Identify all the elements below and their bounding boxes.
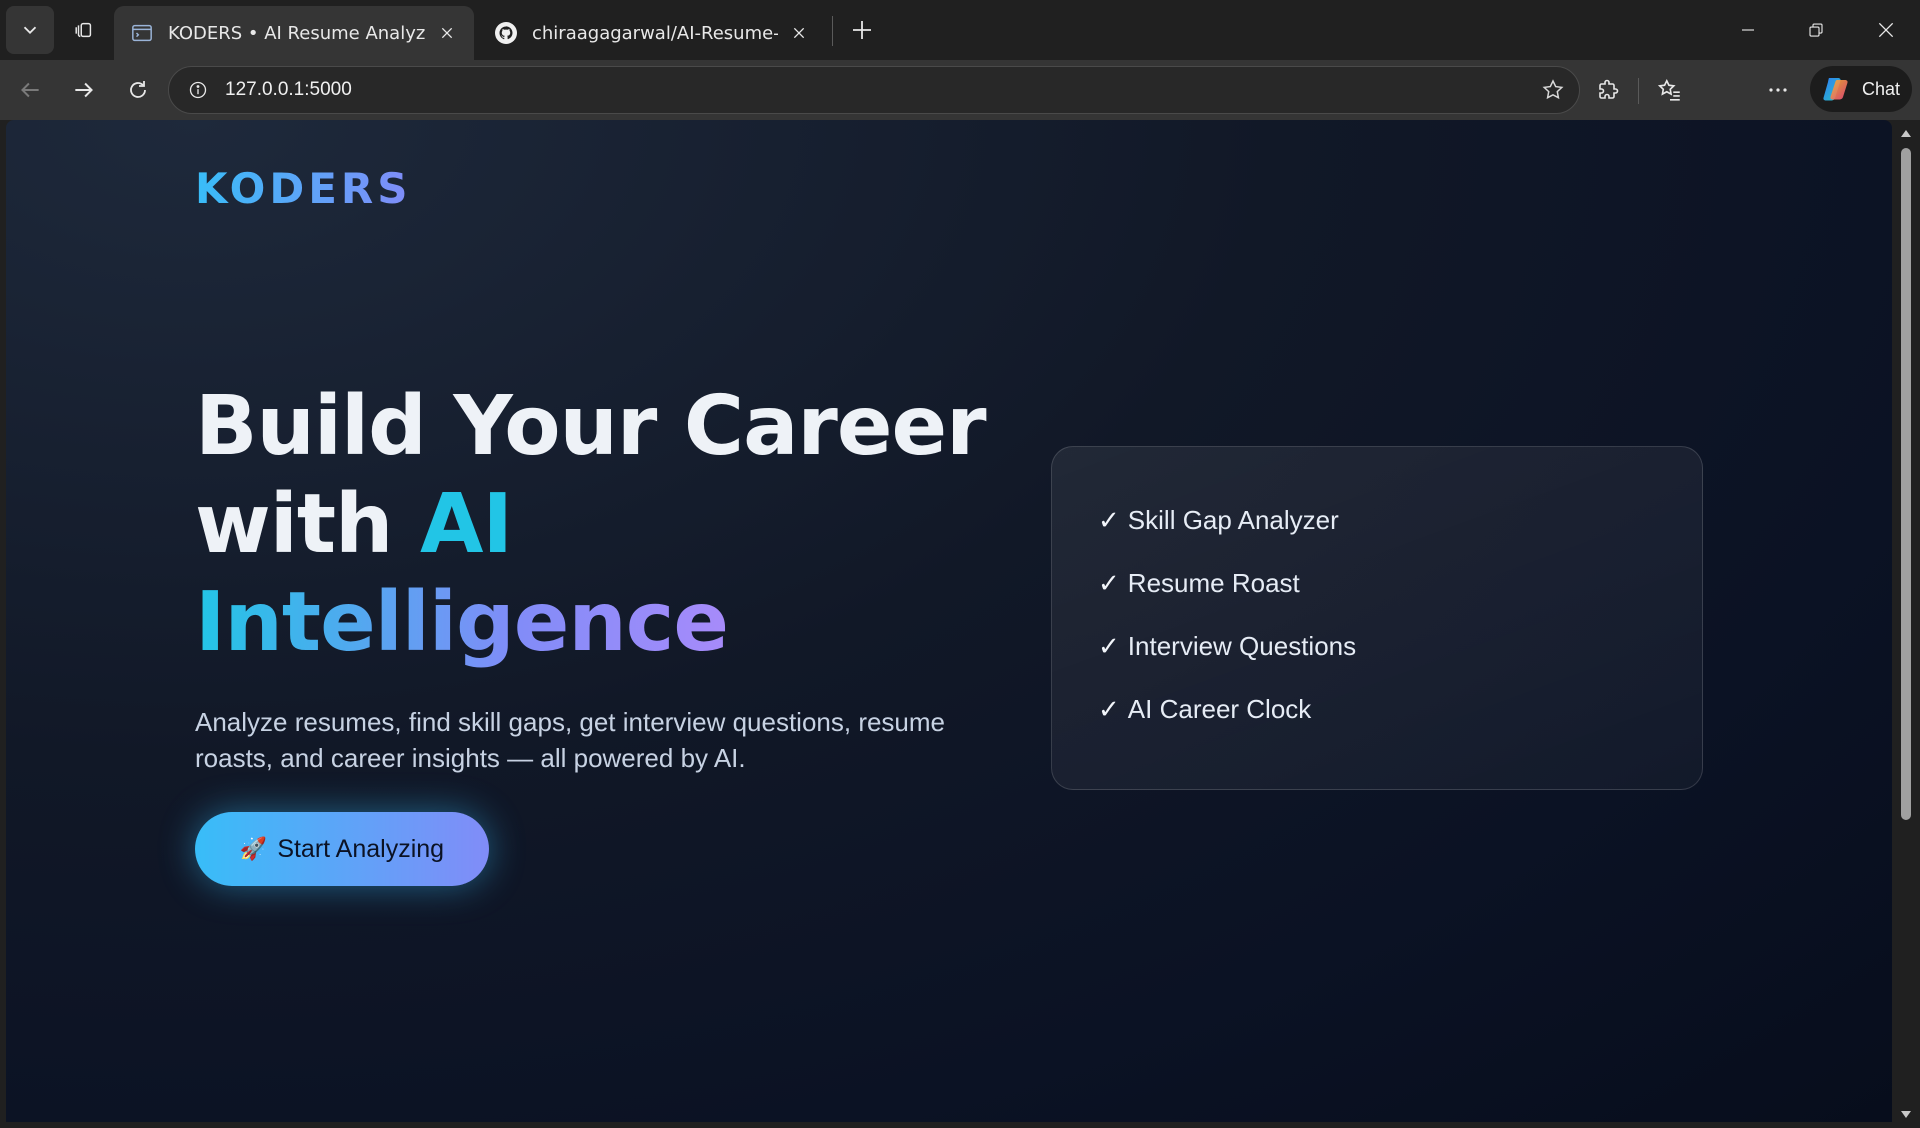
workspaces-button[interactable]: [60, 6, 108, 54]
address-bar[interactable]: 127.0.0.1:5000: [168, 66, 1580, 114]
arrow-left-icon: [21, 82, 39, 98]
arrow-right-icon: [75, 82, 93, 98]
window-close-button[interactable]: [1858, 6, 1914, 54]
chat-label: Chat: [1862, 78, 1901, 99]
check-icon: ✓: [1098, 568, 1120, 599]
more-menu-button[interactable]: [1756, 68, 1800, 112]
extensions-button[interactable]: [1586, 68, 1630, 112]
tab-koders[interactable]: KODERS • AI Resume Analyzer: [114, 6, 474, 60]
hero-line-3: Intelligence: [195, 575, 729, 670]
terminal-icon: [130, 21, 154, 45]
tab-github[interactable]: chiraagagarwal/AI-Resume-Analyz: [478, 6, 826, 60]
copilot-chat-button[interactable]: Chat: [1810, 66, 1912, 112]
check-icon: ✓: [1098, 631, 1120, 662]
feature-item: ✓ Resume Roast: [1098, 568, 1300, 599]
forward-button[interactable]: [62, 68, 106, 112]
hero-title: Build Your Career with AI Intelligence: [195, 378, 995, 672]
plus-icon: [853, 21, 871, 39]
feature-item: ✓ Skill Gap Analyzer: [1098, 505, 1339, 536]
tab-title: KODERS • AI Resume Analyzer: [168, 22, 426, 44]
toolbar-separator: [1638, 78, 1639, 104]
rocket-icon: 🚀: [239, 836, 268, 861]
tab-list-button[interactable]: [6, 6, 54, 54]
favorites-button[interactable]: [1648, 68, 1692, 112]
close-icon: [1878, 22, 1894, 38]
hero-line-1: Build Your Career: [195, 379, 987, 474]
restore-icon: [1809, 23, 1823, 37]
scroll-up-icon[interactable]: [1901, 130, 1911, 137]
check-icon: ✓: [1098, 505, 1120, 536]
restore-button[interactable]: [1788, 6, 1844, 54]
start-analyzing-label: Start Analyzing: [277, 834, 445, 863]
scroll-down-icon[interactable]: [1901, 1111, 1911, 1118]
tab-title: chiraagagarwal/AI-Resume-Analyz: [532, 22, 778, 44]
url-text[interactable]: 127.0.0.1:5000: [225, 79, 1533, 101]
feature-label: AI Career Clock: [1127, 694, 1312, 724]
scrollbar-thumb[interactable]: [1901, 148, 1911, 820]
chevron-down-icon: [23, 26, 37, 35]
copilot-icon: [1823, 78, 1848, 101]
hero-line-2-prefix: with: [195, 477, 393, 572]
hero-subtitle: Analyze resumes, find skill gaps, get in…: [195, 707, 946, 773]
github-icon: [494, 21, 518, 45]
reload-button[interactable]: [116, 68, 160, 112]
tab-separator: [832, 16, 833, 46]
minimize-icon: [1742, 29, 1754, 31]
feature-item: ✓ AI Career Clock: [1098, 694, 1311, 725]
brand-logo[interactable]: KODERS: [195, 164, 412, 213]
close-icon[interactable]: [788, 22, 810, 44]
hero-line-2-accent: AI: [420, 477, 513, 572]
feature-item: ✓ Interview Questions: [1098, 631, 1356, 662]
page-viewport: KODERS Build Your Career with AI Intelli…: [6, 120, 1892, 1122]
feature-label: Skill Gap Analyzer: [1127, 505, 1339, 535]
back-button[interactable]: [8, 68, 52, 112]
browser-toolbar: 127.0.0.1:5000: [0, 60, 1920, 166]
feature-label: Resume Roast: [1127, 568, 1300, 598]
reload-icon: [130, 81, 146, 98]
favorite-star-icon[interactable]: [1533, 70, 1573, 110]
favorites-list-icon: [1657, 78, 1680, 101]
tab-bar: KODERS • AI Resume Analyzer chiraagagarw…: [0, 0, 1920, 60]
minimize-button[interactable]: [1720, 6, 1776, 54]
more-dots-icon: [1769, 88, 1787, 92]
features-card: ✓ Skill Gap Analyzer ✓ Resume Roast ✓ In…: [1051, 446, 1703, 790]
workspaces-icon: [75, 22, 92, 38]
close-icon[interactable]: [436, 22, 458, 44]
page-scrollbar[interactable]: [1892, 120, 1920, 1128]
check-icon: ✓: [1098, 694, 1120, 725]
site-info-icon[interactable]: [183, 75, 213, 105]
puzzle-icon: [1599, 79, 1619, 99]
new-tab-button[interactable]: [840, 8, 884, 52]
feature-label: Interview Questions: [1127, 631, 1357, 661]
start-analyzing-button[interactable]: 🚀 Start Analyzing: [195, 812, 489, 886]
